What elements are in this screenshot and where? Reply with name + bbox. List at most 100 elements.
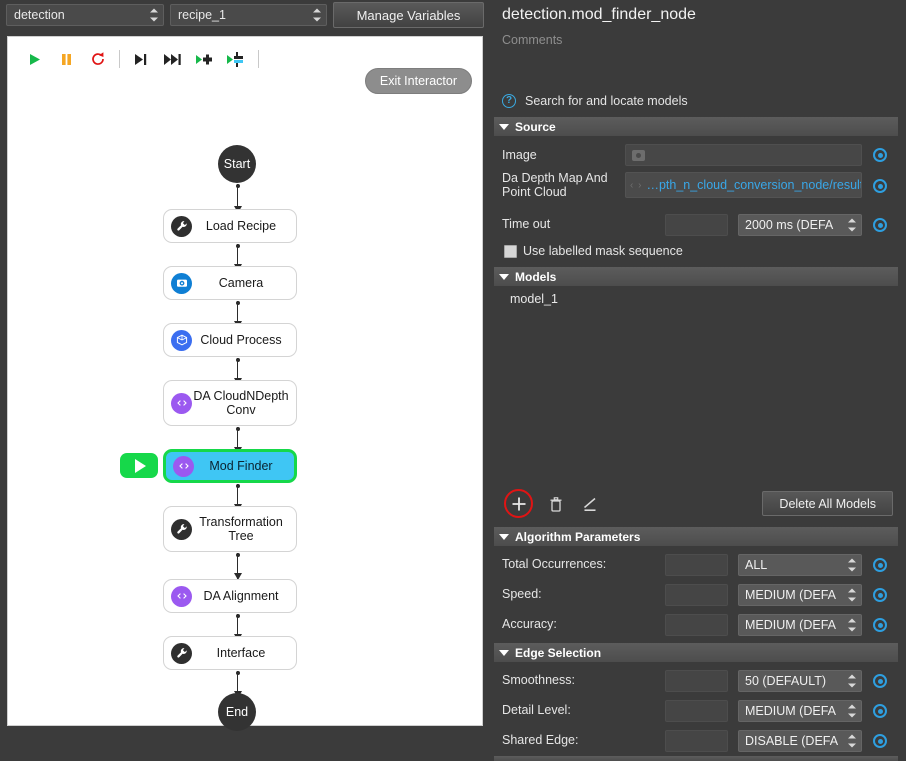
graph-node-transformation-tree[interactable]: Transformation Tree [163, 506, 297, 552]
image-input[interactable] [625, 144, 862, 166]
edit-model-button[interactable] [578, 491, 604, 517]
depth-map-source-toggle[interactable] [873, 179, 887, 193]
detail-level-select[interactable]: MEDIUM (DEFA [738, 700, 862, 722]
graph-node-cloud-process[interactable]: Cloud Process [163, 323, 297, 357]
help-icon[interactable]: ? [502, 94, 516, 108]
timeout-select[interactable]: 2000 ms (DEFA [738, 214, 862, 236]
run-from-here-button[interactable] [120, 453, 158, 478]
section-header-algorithm-parameters[interactable]: Algorithm Parameters [494, 527, 898, 546]
speed-select[interactable]: MEDIUM (DEFA [738, 584, 862, 606]
recipe-select[interactable]: recipe_1 [170, 4, 327, 26]
add-model-button[interactable] [506, 491, 532, 517]
graph-node-da-alignment[interactable]: DA Alignment [163, 579, 297, 613]
pause-button[interactable] [50, 44, 82, 74]
smoothness-select[interactable]: 50 (DEFAULT) [738, 670, 862, 692]
section-header-edge-selection[interactable]: Edge Selection [494, 643, 898, 662]
fast-forward-button[interactable] [157, 44, 189, 74]
section-title: Edge Selection [515, 645, 602, 660]
property-row-smoothness: Smoothness: 50 (DEFAULT) [490, 668, 906, 694]
timeout-select-value: 2000 ms (DEFA [745, 218, 834, 232]
timeout-input[interactable] [665, 214, 728, 236]
shared-edge-select-value: DISABLE (DEFA [745, 734, 839, 748]
section-title: Algorithm Parameters [515, 529, 641, 544]
reload-button[interactable] [82, 44, 114, 74]
smoothness-input[interactable] [665, 670, 728, 692]
caret-down-icon [499, 533, 509, 540]
property-label: Smoothness: [502, 673, 575, 687]
section-header-partial[interactable] [494, 756, 898, 761]
property-row-shared-edge: Shared Edge: DISABLE (DEFA [490, 728, 906, 754]
speed-input[interactable] [665, 584, 728, 606]
property-label: Accuracy: [502, 617, 557, 631]
section-header-models[interactable]: Models [494, 267, 898, 286]
run-from-node-button[interactable] [189, 44, 221, 74]
total-occurrences-input[interactable] [665, 554, 728, 576]
property-label: Shared Edge: [502, 733, 579, 747]
detail-level-input[interactable] [665, 700, 728, 722]
graph-node-da-cloudndepth-conv[interactable]: DA CloudNDepth Conv [163, 380, 297, 426]
property-row-image: Image [490, 142, 906, 168]
graph-node-interface[interactable]: Interface [163, 636, 297, 670]
graph-node-label: Camera [218, 276, 264, 290]
detail-level-source-toggle[interactable] [873, 704, 887, 718]
chevron-updown-icon [848, 674, 856, 688]
accuracy-input[interactable] [665, 614, 728, 636]
selector-bar: detection recipe_1 Manage Variables [0, 0, 490, 30]
graph-node-load-recipe[interactable]: Load Recipe [163, 209, 297, 243]
section-header-source[interactable]: Source [494, 117, 898, 136]
hint-row: ? Search for and locate models [490, 90, 906, 112]
chevron-updown-icon [313, 8, 321, 22]
wrench-icon [171, 642, 192, 664]
chevron-updown-icon [848, 704, 856, 718]
shared-edge-source-toggle[interactable] [873, 734, 887, 748]
graph-end-node[interactable]: End [218, 693, 256, 731]
graph-node-camera[interactable]: Camera [163, 266, 297, 300]
labelled-mask-checkbox[interactable] [504, 245, 517, 258]
property-row-speed: Speed: MEDIUM (DEFA [490, 582, 906, 608]
property-row-total-occurrences: Total Occurrences: ALL [490, 552, 906, 578]
project-select[interactable]: detection [6, 4, 164, 26]
caret-down-icon [499, 273, 509, 280]
section-title: Source [515, 119, 556, 134]
chevron-updown-icon [848, 218, 856, 232]
total-occurrences-source-toggle[interactable] [873, 558, 887, 572]
run-single-node-button[interactable] [221, 44, 253, 74]
chevron-leftright-icon: ‹ › [630, 179, 643, 191]
graph-node-label: Load Recipe [205, 219, 277, 233]
speed-source-toggle[interactable] [873, 588, 887, 602]
graph-node-label: DA CloudNDepth Conv [193, 389, 289, 417]
caret-down-icon [499, 123, 509, 130]
image-source-toggle[interactable] [873, 148, 887, 162]
flow-canvas[interactable]: Exit Interactor Start Load Recipe Camera [7, 36, 483, 731]
timeout-source-toggle[interactable] [873, 218, 887, 232]
smoothness-source-toggle[interactable] [873, 674, 887, 688]
run-button[interactable] [18, 44, 50, 74]
comments-field[interactable]: Comments [502, 30, 562, 50]
depth-map-value: …pth_n_cloud_conversion_node/result [646, 178, 862, 192]
manage-variables-button[interactable]: Manage Variables [333, 2, 484, 28]
shared-edge-select[interactable]: DISABLE (DEFA [738, 730, 862, 752]
graph-start-node[interactable]: Start [218, 145, 256, 183]
depth-map-input[interactable]: ‹ › …pth_n_cloud_conversion_node/result [625, 172, 862, 198]
project-select-value: detection [14, 8, 65, 22]
code-icon [173, 455, 194, 477]
graph-node-mod-finder[interactable]: Mod Finder [163, 449, 297, 483]
step-forward-button[interactable] [125, 44, 157, 74]
camera-icon [171, 272, 192, 294]
caret-down-icon [499, 649, 509, 656]
cube-icon [171, 329, 192, 351]
delete-model-button[interactable] [543, 491, 569, 517]
property-label: Detail Level: [502, 703, 571, 717]
shared-edge-input[interactable] [665, 730, 728, 752]
property-label: Image [502, 148, 537, 162]
delete-all-models-button[interactable]: Delete All Models [762, 491, 893, 516]
properties-panel: detection.mod_finder_node Comments ? Sea… [490, 0, 906, 761]
total-occurrences-select[interactable]: ALL [738, 554, 862, 576]
graph-edge [233, 553, 242, 580]
accuracy-select[interactable]: MEDIUM (DEFA [738, 614, 862, 636]
chevron-updown-icon [848, 618, 856, 632]
code-icon [171, 585, 192, 607]
accuracy-source-toggle[interactable] [873, 618, 887, 632]
list-item-model[interactable]: model_1 [510, 292, 558, 306]
wrench-icon [171, 215, 192, 237]
